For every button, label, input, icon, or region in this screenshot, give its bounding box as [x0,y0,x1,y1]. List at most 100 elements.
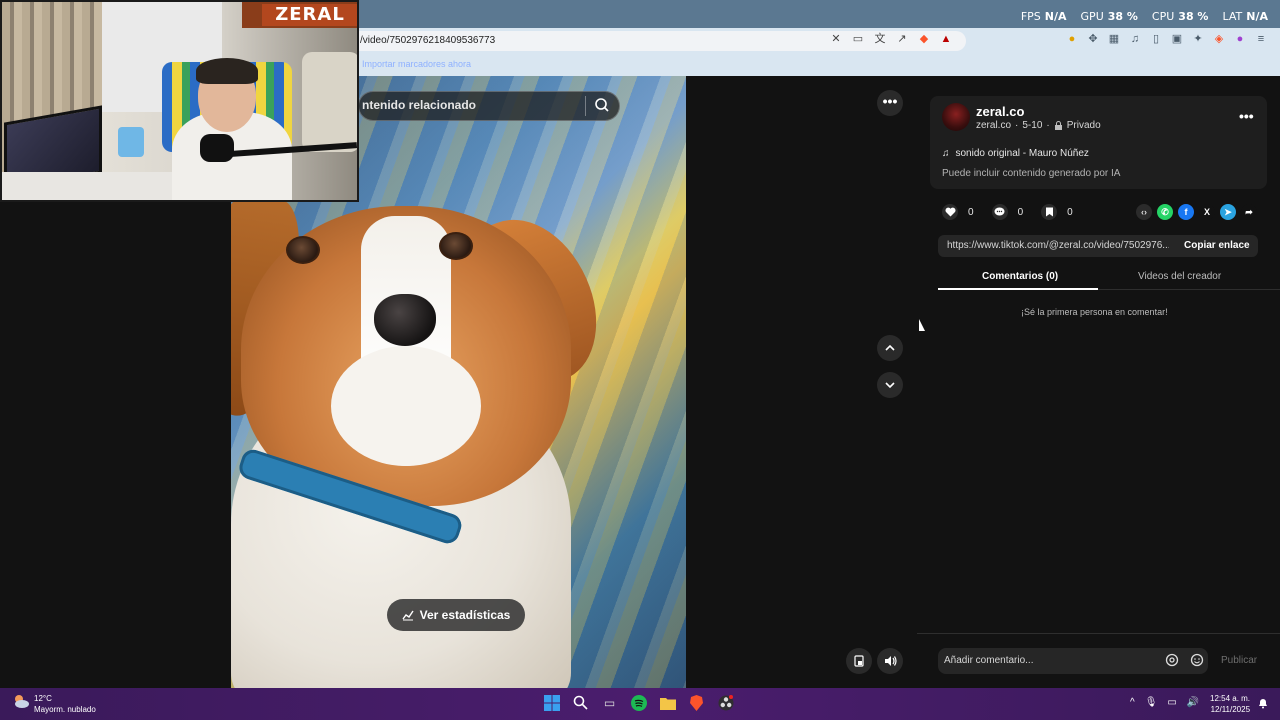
save-action[interactable]: 0 [1041,204,1073,220]
sidebar-icon[interactable]: ▯ [1150,33,1162,45]
embed-icon[interactable]: ‹› [1136,204,1152,220]
translate-off-icon[interactable]: ✕ [830,33,842,45]
performance-overlay: FPS N/A GPU 38 % CPU 38 % LAT N/A [1021,10,1268,23]
extension-icon[interactable]: ● [1066,33,1078,45]
ai-icon[interactable]: ✦ [1192,33,1204,45]
dog-muzzle [331,346,481,466]
picture-in-picture-button[interactable] [846,648,872,674]
heart-icon [942,204,958,220]
engagement-actions: 0 0 0 [942,204,1081,220]
webcam-cup [118,127,144,157]
lock-icon [1054,121,1062,130]
taskbar-clock[interactable]: 12:54 a. m. 12/11/2025 [1210,693,1250,715]
avatar[interactable] [942,103,970,131]
network-icon[interactable]: ▭ [1167,697,1176,708]
comment-action[interactable]: 0 [991,204,1024,220]
mention-icon[interactable] [1165,653,1179,667]
file-explorer-icon[interactable] [659,694,676,711]
profile-icon[interactable]: ● [1234,33,1246,45]
dog-right-eye [439,232,473,260]
wallet-icon[interactable]: ▣ [1171,33,1183,45]
bookmark-icon [1041,204,1058,220]
gpu-stat: GPU 38 % [1080,10,1138,23]
chart-icon [402,610,414,621]
copy-link-button[interactable]: Copiar enlace [1184,240,1250,251]
sound-name: sonido original - Mauro Núñez [955,148,1089,159]
microphone-icon[interactable]: 🎙 [1145,697,1158,708]
share-arrow-icon[interactable]: ➦ [1241,204,1257,220]
fps-stat: FPS N/A [1020,10,1067,23]
vpn-icon[interactable]: ◈ [1213,33,1225,45]
active-tab-indicator [938,288,1098,290]
extensions-bar: ● ✥ ▦ ♫ ▯ ▣ ✦ ◈ ● ≡ [1066,33,1267,45]
empty-comments-message: ¡Sé la primera persona en comentar! [1021,307,1168,317]
clock-date: 12/11/2025 [1210,705,1251,714]
share-link-url[interactable]: https://www.tiktok.com/@zeral.co/video/7… [947,240,1169,251]
import-bookmarks-link[interactable]: Importar marcadores ahora [362,59,471,69]
author-name[interactable]: zeral.co [976,104,1024,119]
brave-shields-icon[interactable]: ◆ [918,33,930,45]
view-stats-label: Ver estadísticas [419,608,511,622]
address-bar-actions: ✕ ▭ 文 ↗ ◆ ▲ [830,33,952,45]
chevron-up-icon[interactable]: ^ [1130,697,1135,708]
emoji-icon[interactable] [1190,653,1204,667]
webcam-chair [302,52,357,152]
sound-link[interactable]: ♫ sonido original - Mauro Núñez [942,148,1089,159]
system-tray: ^ 🎙 ▭ 🔊 [1130,697,1199,708]
clock-time: 12:54 a. m. [1210,694,1251,703]
comment-icon [991,204,1008,220]
share-page-icon[interactable]: ↗ [896,33,908,45]
pip-icon [854,655,864,667]
dog-nose [374,294,436,346]
brave-rewards-icon[interactable]: ▲ [940,33,952,45]
cast-icon[interactable]: ▭ [852,33,864,45]
tab-comments[interactable]: Comentarios (0) [982,271,1058,282]
music-note-icon: ♫ [942,148,950,159]
music-icon[interactable]: ♫ [1129,33,1141,45]
volume-icon [884,656,897,666]
chevron-down-icon [885,382,895,389]
volume-button[interactable] [877,648,903,674]
like-action[interactable]: 0 [942,204,974,220]
comment-divider [917,633,1280,634]
translate-icon[interactable]: 文 [874,33,886,45]
view-stats-button[interactable]: Ver estadísticas [387,599,525,631]
cpu-stat: CPU 38 % [1151,10,1209,23]
spotify-icon[interactable] [630,694,647,711]
x-icon[interactable]: X [1199,204,1215,220]
post-date: 5-10 [1022,120,1043,131]
search-divider [585,96,586,116]
webcam-overlay: ZERAL [0,0,359,202]
puzzle-icon[interactable]: ✥ [1087,33,1099,45]
previous-video-button[interactable] [877,335,903,361]
chevron-up-icon [885,344,895,351]
search-icon[interactable] [594,97,610,113]
facebook-icon[interactable]: f [1178,204,1194,220]
microphone [200,134,234,162]
related-search-placeholder: ntenido relacionado [362,98,477,112]
task-view-icon[interactable]: ▭ [601,694,618,711]
webcam-logo: ZERAL [262,4,357,26]
speaker-icon[interactable]: 🔊 [1187,697,1199,708]
publish-button[interactable]: Publicar [1221,655,1257,666]
comment-count: 0 [1017,206,1024,218]
notification-bell-icon[interactable] [1257,697,1269,709]
brave-browser-icon[interactable] [688,694,705,711]
screen: FPS N/A GPU 38 % CPU 38 % LAT N/A /video/750… [0,0,1280,720]
weather-icon[interactable] [12,693,30,709]
ai-content-note: Puede incluir contenido generado por IA [942,168,1121,179]
next-video-button[interactable] [877,372,903,398]
taskbar-apps: ▭ [543,694,734,711]
windows-start-icon[interactable] [543,694,560,711]
whatsapp-icon[interactable]: ✆ [1157,204,1173,220]
calendar-icon[interactable]: ▦ [1108,33,1120,45]
author-more-button[interactable]: ••• [1239,108,1254,124]
tab-creator-videos[interactable]: Videos del creador [1138,271,1221,282]
more-options-button[interactable]: ••• [877,90,903,116]
menu-icon[interactable]: ≡ [1255,33,1267,45]
obs-icon[interactable] [717,694,734,711]
weather-description: Mayorm. nublado [34,705,96,714]
streamer-hair [196,58,258,84]
taskbar-search-icon[interactable] [572,694,589,711]
telegram-icon[interactable]: ➤ [1220,204,1236,220]
